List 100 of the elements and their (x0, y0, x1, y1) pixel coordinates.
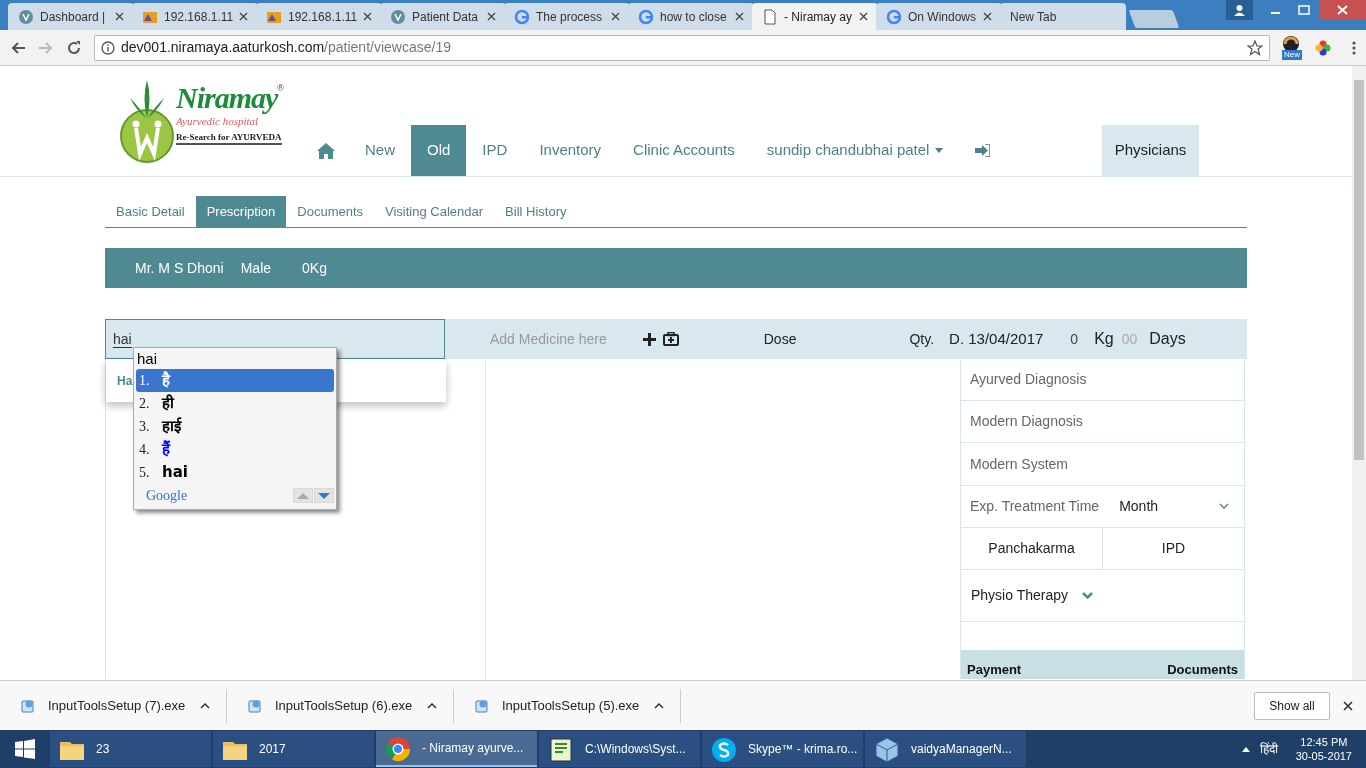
taskbar-button[interactable]: Skype™ - krima.ro... (702, 731, 863, 767)
back-icon[interactable] (10, 39, 26, 56)
taskbar-button[interactable]: 2017 (213, 731, 374, 767)
close-icon[interactable] (363, 12, 372, 21)
browser-tab[interactable]: New Tab (1000, 3, 1126, 30)
nav-link[interactable]: Old (411, 125, 467, 176)
download-item[interactable]: InputToolsSetup (6).exe (227, 688, 454, 723)
medical-kit-icon[interactable] (662, 332, 679, 346)
date-field[interactable]: D. 13/04/2017 (949, 327, 1044, 351)
unit-label: Kg (1094, 329, 1114, 349)
browser-tab[interactable]: Dashboard | (8, 3, 134, 30)
browser-tab[interactable]: 192.168.1.11 (132, 3, 258, 30)
physio-dropdown[interactable]: Physio Therapy (961, 570, 1244, 623)
browser-tab[interactable]: On Windows (876, 3, 1002, 30)
extension-icon[interactable] (1282, 34, 1300, 53)
input-field[interactable]: Modern Diagnosis (961, 401, 1244, 444)
tab[interactable]: Bill History (494, 196, 578, 227)
clock[interactable]: 12:45 PM 30-05-2017 (1295, 735, 1352, 763)
browser-tab[interactable]: 192.168.1.11 (256, 3, 382, 30)
logo-tagline: Re-Search for AYURVEDA (176, 131, 282, 145)
installer-icon (247, 697, 263, 714)
nav-link[interactable]: IPD (466, 125, 524, 176)
physicians-button[interactable]: Physicians (1102, 125, 1199, 176)
field-label: Exp. Treatment Time (970, 496, 1100, 516)
close-icon[interactable] (115, 12, 124, 21)
dose-field[interactable]: Dose (763, 328, 797, 350)
close-icon[interactable] (611, 12, 620, 21)
tab[interactable]: Documents (286, 196, 375, 227)
menu-icon[interactable] (1352, 39, 1356, 56)
chevron-icon (1082, 592, 1093, 600)
installer-icon (20, 697, 36, 714)
start-icon[interactable] (15, 739, 35, 759)
logout-icon[interactable] (975, 144, 991, 157)
candidate-item[interactable]: 5. hai (136, 461, 334, 484)
logo-subtitle: Ayurvedic hospital (176, 114, 259, 128)
browser-tab[interactable]: - Niramay ay (752, 3, 878, 30)
logo-icon (18, 8, 34, 25)
nav-link[interactable]: sundip chandubhai patel (750, 125, 960, 176)
download-item[interactable]: InputToolsSetup (5).exe (454, 688, 681, 723)
quantity-field[interactable]: Qty. (909, 328, 935, 350)
star-icon[interactable] (1247, 39, 1263, 56)
input-field[interactable]: Ayurved Diagnosis (961, 359, 1244, 402)
toggle-button[interactable]: Panchakarma (961, 527, 1102, 570)
close-icon[interactable] (487, 12, 496, 21)
new-tab-button[interactable] (1128, 10, 1180, 28)
nav-link[interactable]: Inventory (523, 125, 618, 176)
language-indicator[interactable]: हिंदी (1259, 740, 1278, 758)
suggestion-item[interactable]: Ha (117, 371, 133, 390)
taskbar-button[interactable]: C:\Windows\Syst... (539, 731, 700, 767)
show-all-button[interactable]: Show all (1254, 691, 1330, 720)
chevron-icon (1219, 503, 1230, 510)
address-field[interactable]: dev001.niramaya.aaturkosh.com/patient/viewcase/19 (94, 34, 1270, 61)
nav-link[interactable]: Clinic Accounts (617, 125, 751, 176)
reload-icon[interactable] (66, 39, 82, 56)
user-icon[interactable] (1226, 0, 1253, 20)
browser-tab[interactable]: The process (504, 3, 630, 30)
chevron-up-icon (654, 702, 664, 709)
badge: New (1282, 49, 1302, 60)
taskbar-button[interactable]: 23 (50, 731, 211, 767)
plus-icon[interactable] (642, 332, 656, 346)
color-wheel-icon[interactable] (1314, 38, 1332, 57)
logo-name: Niramay (176, 82, 278, 114)
patient-info: Male (240, 258, 272, 278)
taskbar-button[interactable]: - Niramay ayurve... (376, 731, 537, 767)
tab[interactable]: Visiting Calendar (374, 196, 495, 227)
installer-icon (474, 697, 490, 714)
patient-weight: 0Kg (302, 258, 327, 278)
tab[interactable]: Payment (967, 659, 1022, 680)
taskbar-button[interactable]: vaidyaManagerN... (865, 731, 1026, 767)
tab[interactable]: Documents (1167, 659, 1238, 680)
browser-tab[interactable]: how to close (628, 3, 754, 30)
close-icon[interactable] (1343, 700, 1353, 711)
down-arrow-icon[interactable] (314, 487, 334, 503)
toggle-button[interactable]: IPD (1102, 527, 1244, 570)
candidate-item[interactable]: 1. है (136, 369, 334, 392)
nav-link[interactable]: New (349, 125, 411, 176)
home-icon[interactable] (317, 142, 335, 159)
scrollbar[interactable] (1352, 66, 1366, 680)
close-icon[interactable] (983, 12, 992, 21)
close-icon[interactable] (859, 12, 868, 21)
weight-field[interactable]: 0 (1070, 328, 1079, 350)
patient-info: Mr. M S Dhoni (135, 258, 224, 278)
candidate-item[interactable]: 3. हाई (136, 415, 334, 438)
tab[interactable]: Prescription (195, 196, 287, 227)
info-icon (101, 40, 115, 55)
logo-icon (390, 8, 406, 25)
unit-label: Days (1149, 329, 1186, 349)
tray-arrow-icon[interactable] (1241, 746, 1250, 752)
input-field[interactable]: Modern System (961, 443, 1244, 486)
brand-label: Google (146, 486, 188, 505)
close-icon[interactable] (239, 12, 248, 21)
chevron-up-icon (200, 702, 210, 709)
download-item[interactable]: InputToolsSetup (7).exe (0, 688, 227, 723)
candidate-item[interactable]: 4. हैं (136, 438, 334, 461)
close-icon[interactable] (735, 12, 744, 21)
candidate-item[interactable]: 2. ही (136, 392, 334, 415)
month-dropdown[interactable]: Month (1119, 495, 1230, 517)
browser-tab[interactable]: Patient Data (380, 3, 506, 30)
tab[interactable]: Basic Detail (105, 196, 196, 227)
chevron-up-icon (427, 702, 437, 709)
